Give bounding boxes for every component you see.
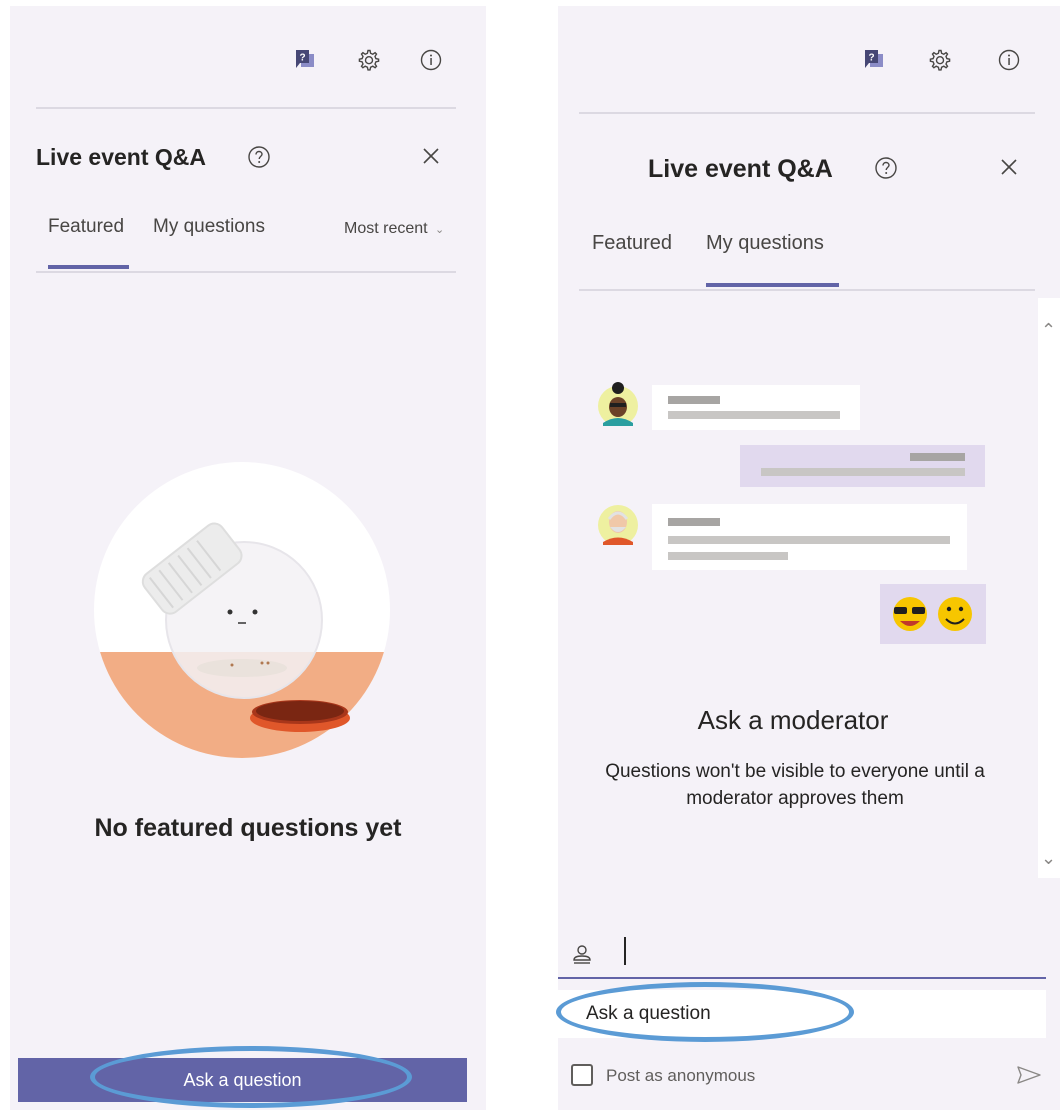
tabs-divider bbox=[579, 289, 1035, 291]
anonymous-label: Post as anonymous bbox=[606, 1066, 756, 1085]
scroll-down-icon[interactable]: ⌄ bbox=[1041, 848, 1056, 869]
person-icon bbox=[571, 943, 593, 965]
empty-jar-illustration bbox=[92, 460, 392, 765]
gear-icon[interactable] bbox=[357, 48, 381, 72]
chat-illustration bbox=[598, 381, 998, 656]
tab-featured[interactable]: Featured bbox=[48, 216, 124, 238]
toolbar-divider bbox=[36, 107, 456, 109]
info-icon[interactable] bbox=[997, 48, 1021, 72]
sort-dropdown[interactable]: Most recent ⌄ bbox=[344, 220, 444, 238]
chevron-down-icon: ⌄ bbox=[435, 224, 445, 236]
scroll-up-icon[interactable]: ⌃ bbox=[1041, 320, 1056, 341]
question-circle-icon[interactable] bbox=[247, 145, 271, 169]
ask-question-button[interactable]: Ask a question bbox=[18, 1058, 467, 1102]
toolbar-divider bbox=[579, 112, 1035, 114]
sort-label: Most recent bbox=[344, 220, 428, 237]
qa-icon[interactable]: ? bbox=[863, 48, 885, 72]
tabs-divider bbox=[36, 271, 456, 273]
tab-featured[interactable]: Featured bbox=[592, 232, 672, 255]
input-underline bbox=[558, 977, 1046, 979]
qa-icon[interactable]: ? bbox=[294, 48, 316, 72]
svg-text:?: ? bbox=[299, 53, 305, 64]
active-tab-indicator bbox=[706, 283, 839, 287]
left-qa-panel: ? Live event Q&A Featured My questions M… bbox=[10, 6, 486, 1110]
svg-text:?: ? bbox=[868, 53, 874, 64]
tab-my-questions[interactable]: My questions bbox=[153, 216, 265, 238]
question-circle-icon[interactable] bbox=[874, 156, 898, 180]
gear-icon[interactable] bbox=[928, 48, 952, 72]
panel-title: Live event Q&A bbox=[648, 155, 833, 183]
send-icon[interactable] bbox=[1016, 1065, 1042, 1085]
right-qa-panel: ? Live event Q&A Featured My questions ⌃… bbox=[558, 6, 1060, 1110]
close-icon[interactable] bbox=[1000, 158, 1018, 176]
empty-state-title: No featured questions yet bbox=[94, 814, 402, 842]
moderator-description: Questions won't be visible to everyone u… bbox=[605, 761, 985, 809]
close-icon[interactable] bbox=[422, 147, 440, 165]
tab-my-questions[interactable]: My questions bbox=[706, 232, 824, 255]
text-cursor bbox=[624, 937, 626, 965]
moderator-title: Ask a moderator bbox=[697, 705, 889, 735]
question-input[interactable] bbox=[558, 990, 1046, 1038]
scrollbar[interactable]: ⌃ ⌄ bbox=[1038, 298, 1060, 878]
active-tab-indicator bbox=[48, 265, 129, 269]
panel-title: Live event Q&A bbox=[36, 144, 206, 170]
anonymous-checkbox[interactable] bbox=[571, 1064, 593, 1086]
info-icon[interactable] bbox=[419, 48, 443, 72]
